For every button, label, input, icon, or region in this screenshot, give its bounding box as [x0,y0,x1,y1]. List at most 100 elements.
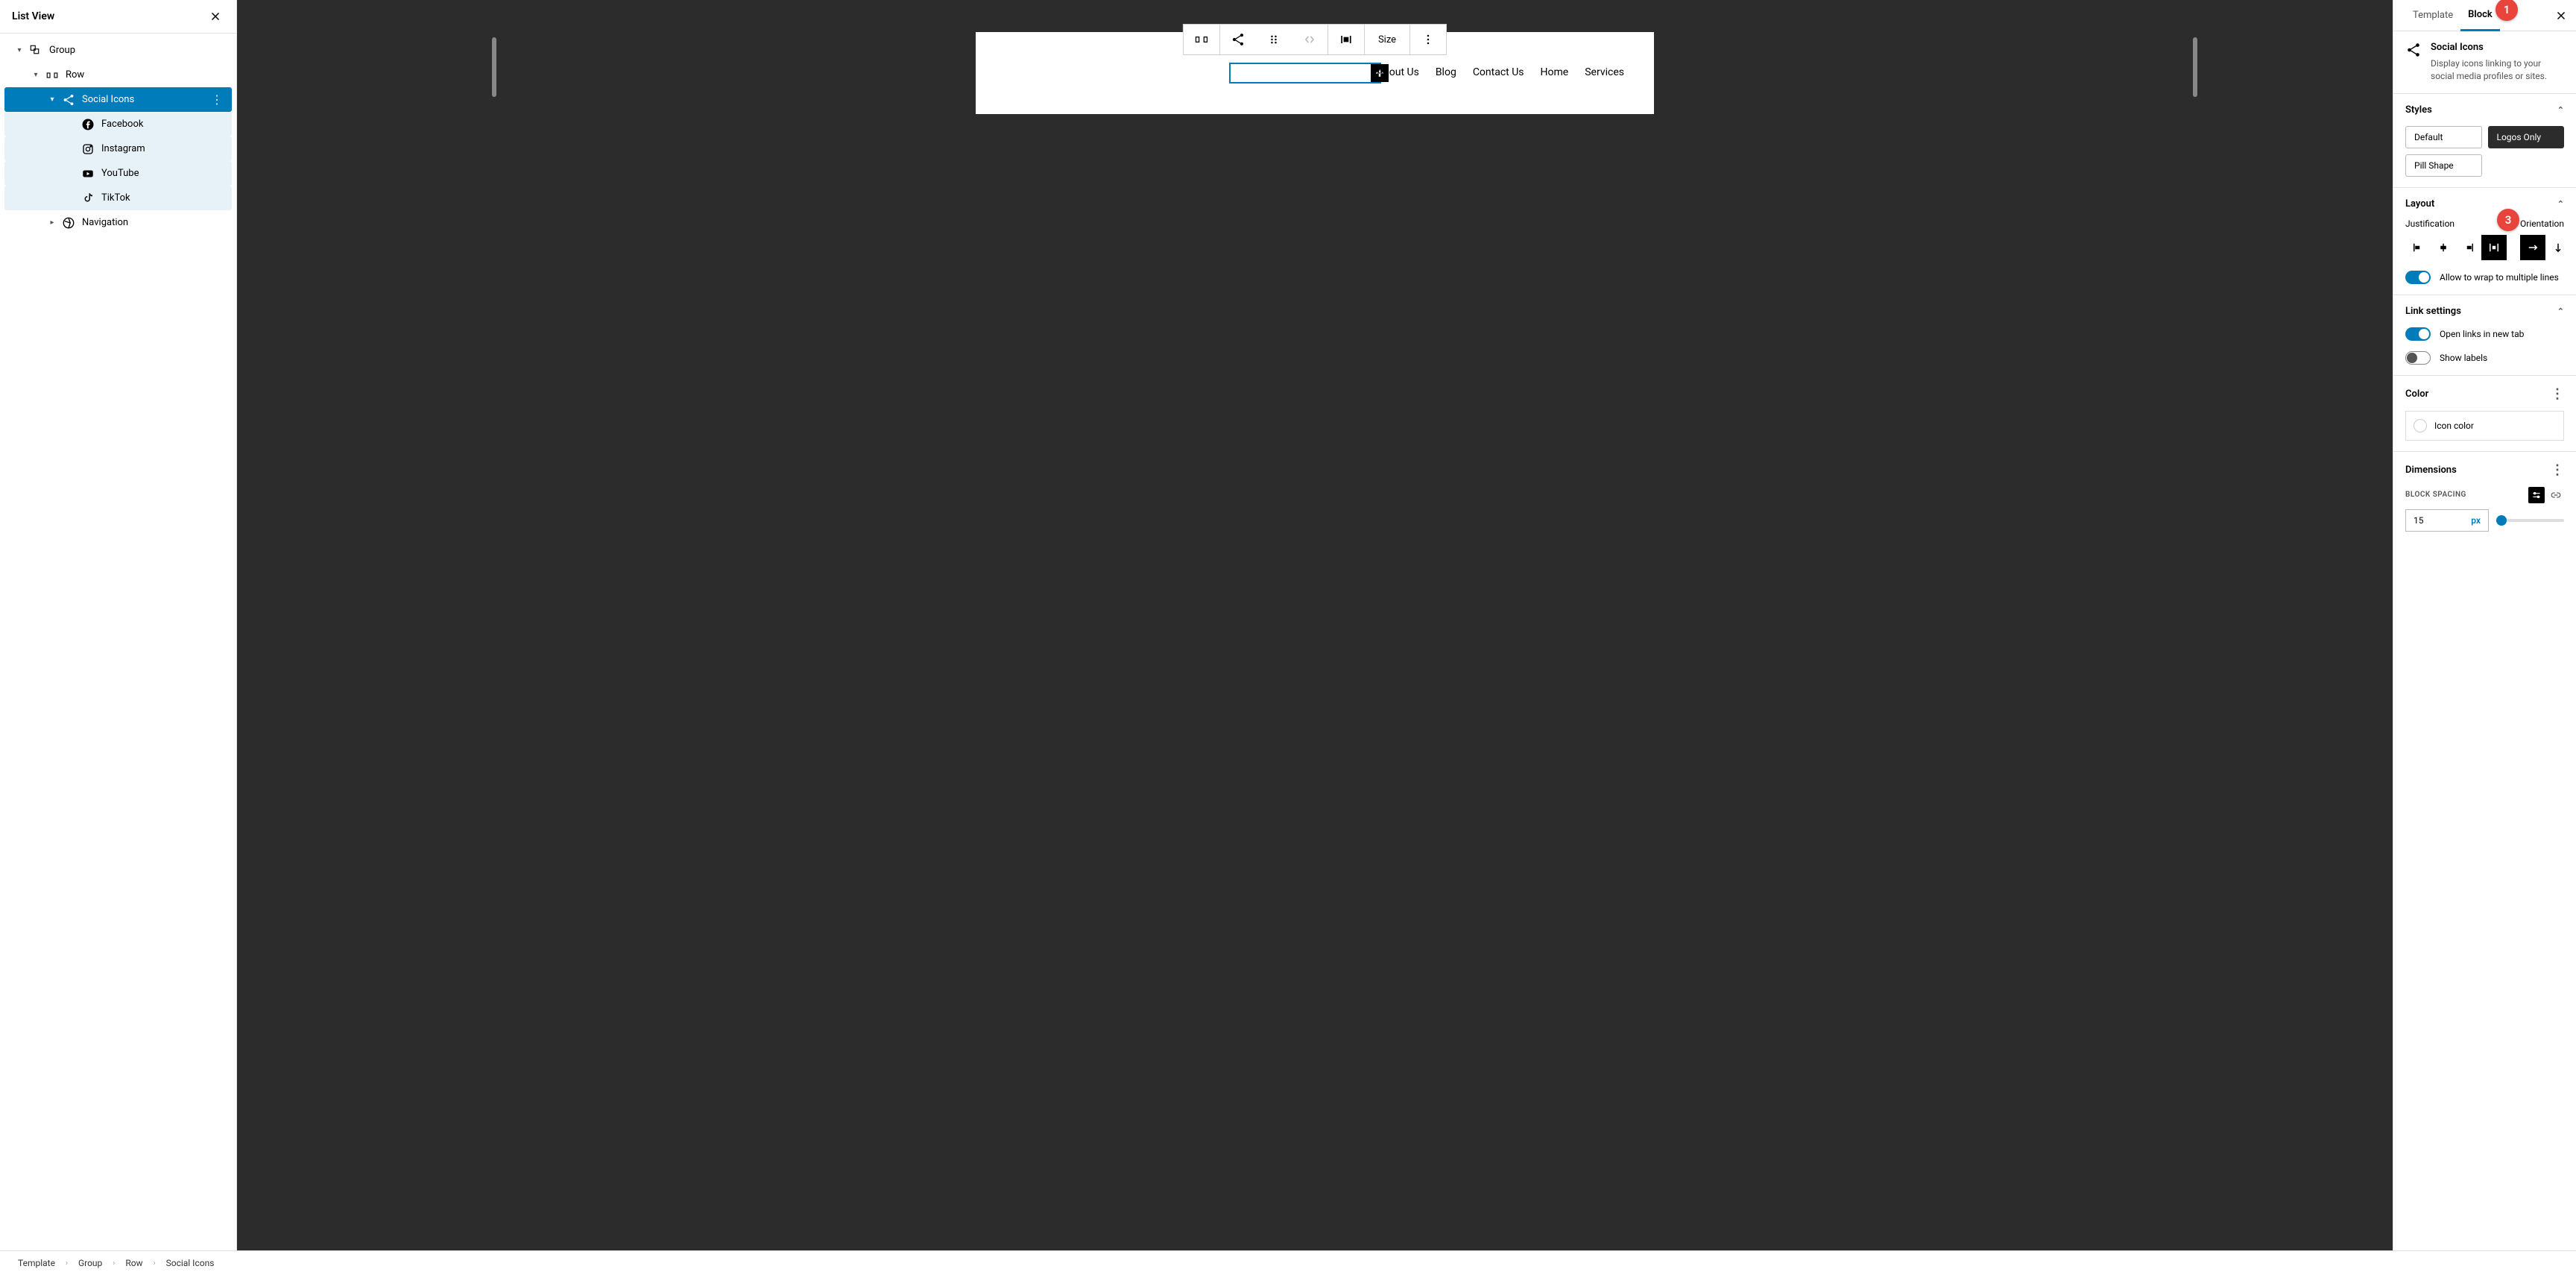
parent-block-button[interactable] [1184,25,1219,54]
justify-right-button[interactable] [2456,235,2481,260]
orientation-buttons [2520,235,2571,260]
justify-space-between-button[interactable] [2481,235,2507,260]
navigation-menu: About Us Blog Contact Us Home Services [1377,66,1624,78]
breadcrumb-item[interactable]: Group [78,1258,102,1268]
dimensions-header[interactable]: Dimensions ⋮ [2405,462,2564,478]
chevron-down-icon[interactable]: ▾ [28,71,43,79]
list-view-header: List View [0,0,236,34]
newtab-label: Open links in new tab [2440,329,2524,339]
facebook-icon [79,118,97,131]
close-icon[interactable] [2552,7,2570,25]
breadcrumb-item[interactable]: Social Icons [166,1258,215,1268]
tree-label: TikTok [97,192,226,204]
breadcrumb-item[interactable]: Row [125,1258,142,1268]
tree-label: Social Icons [78,94,208,105]
show-labels-toggle[interactable] [2405,351,2431,365]
show-labels-label: Show labels [2440,353,2487,363]
link-settings-header[interactable]: Link settings ⌃ [2405,306,2564,317]
tree-item-row[interactable]: ▾ Row [4,63,232,87]
size-button[interactable]: Size [1365,25,1409,54]
dimensions-section: 6 Dimensions ⋮ BLOCK SPACING 15 px [2393,452,2576,542]
more-icon[interactable]: ⋮ [208,92,226,107]
styles-section: 1 Styles ⌃ Default Logos Only Pill Shape [2393,94,2576,188]
chevron-down-icon[interactable]: ▾ [12,46,27,54]
move-left-right-button[interactable] [1292,25,1328,54]
color-swatch [2414,419,2427,432]
tab-template[interactable]: Template [2405,1,2460,30]
tab-block[interactable]: Block [2460,0,2500,31]
breadcrumb: Template › Group › Row › Social Icons [0,1250,2576,1275]
link-values-icon[interactable] [2548,487,2564,503]
block-inspector: Template Block Social Icons Display icon… [2393,0,2576,1250]
orientation-vertical-button[interactable] [2545,235,2571,260]
tree-label: Navigation [78,217,226,228]
instagram-icon [79,142,97,156]
orientation-horizontal-button[interactable] [2520,235,2545,260]
orientation-label: Orientation [2520,218,2571,229]
chevron-down-icon[interactable]: ▾ [45,95,60,104]
drag-handle-icon[interactable] [1256,25,1292,54]
wrap-toggle[interactable] [2405,271,2431,284]
block-description: Display icons linking to your social med… [2431,57,2564,83]
justification-buttons [2405,235,2507,260]
tree-item-navigation[interactable]: ▸ Navigation [4,210,232,235]
tree-item-youtube[interactable]: YouTube [4,161,232,186]
nav-link[interactable]: About Us [1377,66,1419,78]
styles-header[interactable]: Styles ⌃ [2405,104,2564,116]
close-icon[interactable] [206,7,224,25]
block-spacing-slider[interactable] [2496,519,2564,522]
tree-label: Facebook [97,119,226,130]
block-spacing-input[interactable]: 15 px [2405,509,2489,532]
tree-item-social-icons[interactable]: ▾ Social Icons ⋮ [4,87,232,112]
chevron-up-icon: ⌃ [2557,306,2564,316]
tree-item-tiktok[interactable]: TikTok [4,186,232,210]
layout-header[interactable]: Layout ⌃ [2405,198,2564,210]
chevron-right-icon: › [66,1259,68,1268]
navigation-icon [60,216,78,230]
block-title: Social Icons [2431,42,2564,53]
block-toolbar: Size [1183,24,1447,55]
nav-link[interactable]: Services [1585,66,1624,78]
scroll-indicator [492,37,496,97]
more-icon[interactable]: ⋮ [2551,462,2564,478]
more-icon[interactable]: ⋮ [2551,386,2564,402]
tree-label: Instagram [97,143,226,154]
tree-item-instagram[interactable]: Instagram [4,136,232,161]
custom-value-icon[interactable] [2528,487,2545,503]
chevron-up-icon: ⌃ [2557,105,2564,115]
nav-link[interactable]: Contact Us [1473,66,1524,78]
style-pill-shape[interactable]: Pill Shape [2405,154,2482,177]
justification-label: Justification [2405,218,2507,229]
link-settings-section: 4 Link settings ⌃ Open links in new tab … [2393,295,2576,376]
editor-canvas[interactable]: Size + About Us Blog Contact Us Home Ser… [237,0,2393,1250]
more-options-button[interactable] [1410,25,1446,54]
color-header[interactable]: Color ⋮ [2405,386,2564,402]
justify-left-button[interactable] [2405,235,2431,260]
row-icon [43,69,61,82]
color-section: 5 Color ⋮ Icon color [2393,376,2576,452]
chevron-right-icon[interactable]: ▸ [45,218,60,227]
social-icons-block-button[interactable] [1220,25,1256,54]
chevron-right-icon: › [113,1259,115,1268]
style-default[interactable]: Default [2405,126,2482,148]
nav-link[interactable]: Blog [1436,66,1456,78]
tree-label: Group [45,45,226,56]
justify-center-button[interactable] [2431,235,2456,260]
nav-link[interactable]: Home [1541,66,1569,78]
list-view-title: List View [12,10,54,22]
block-tree: ▾ Group ▾ Row ▾ Social Icons ⋮ Facebook [0,34,236,1250]
icon-color-button[interactable]: Icon color [2405,411,2564,441]
justify-button[interactable] [1328,25,1364,54]
newtab-toggle[interactable] [2405,327,2431,341]
tree-item-facebook[interactable]: Facebook [4,112,232,136]
style-logos-only[interactable]: Logos Only [2488,126,2565,148]
layout-section: 2 3 Layout ⌃ Justification Orientati [2393,188,2576,295]
tree-label: YouTube [97,168,226,179]
selected-block-outline[interactable]: + [1229,63,1381,84]
youtube-icon [79,167,97,180]
breadcrumb-item[interactable]: Template [18,1258,55,1268]
block-info-section: Social Icons Display icons linking to yo… [2393,31,2576,94]
share-icon [2405,42,2422,61]
tree-item-group[interactable]: ▾ Group [4,38,232,63]
share-icon [60,93,78,107]
